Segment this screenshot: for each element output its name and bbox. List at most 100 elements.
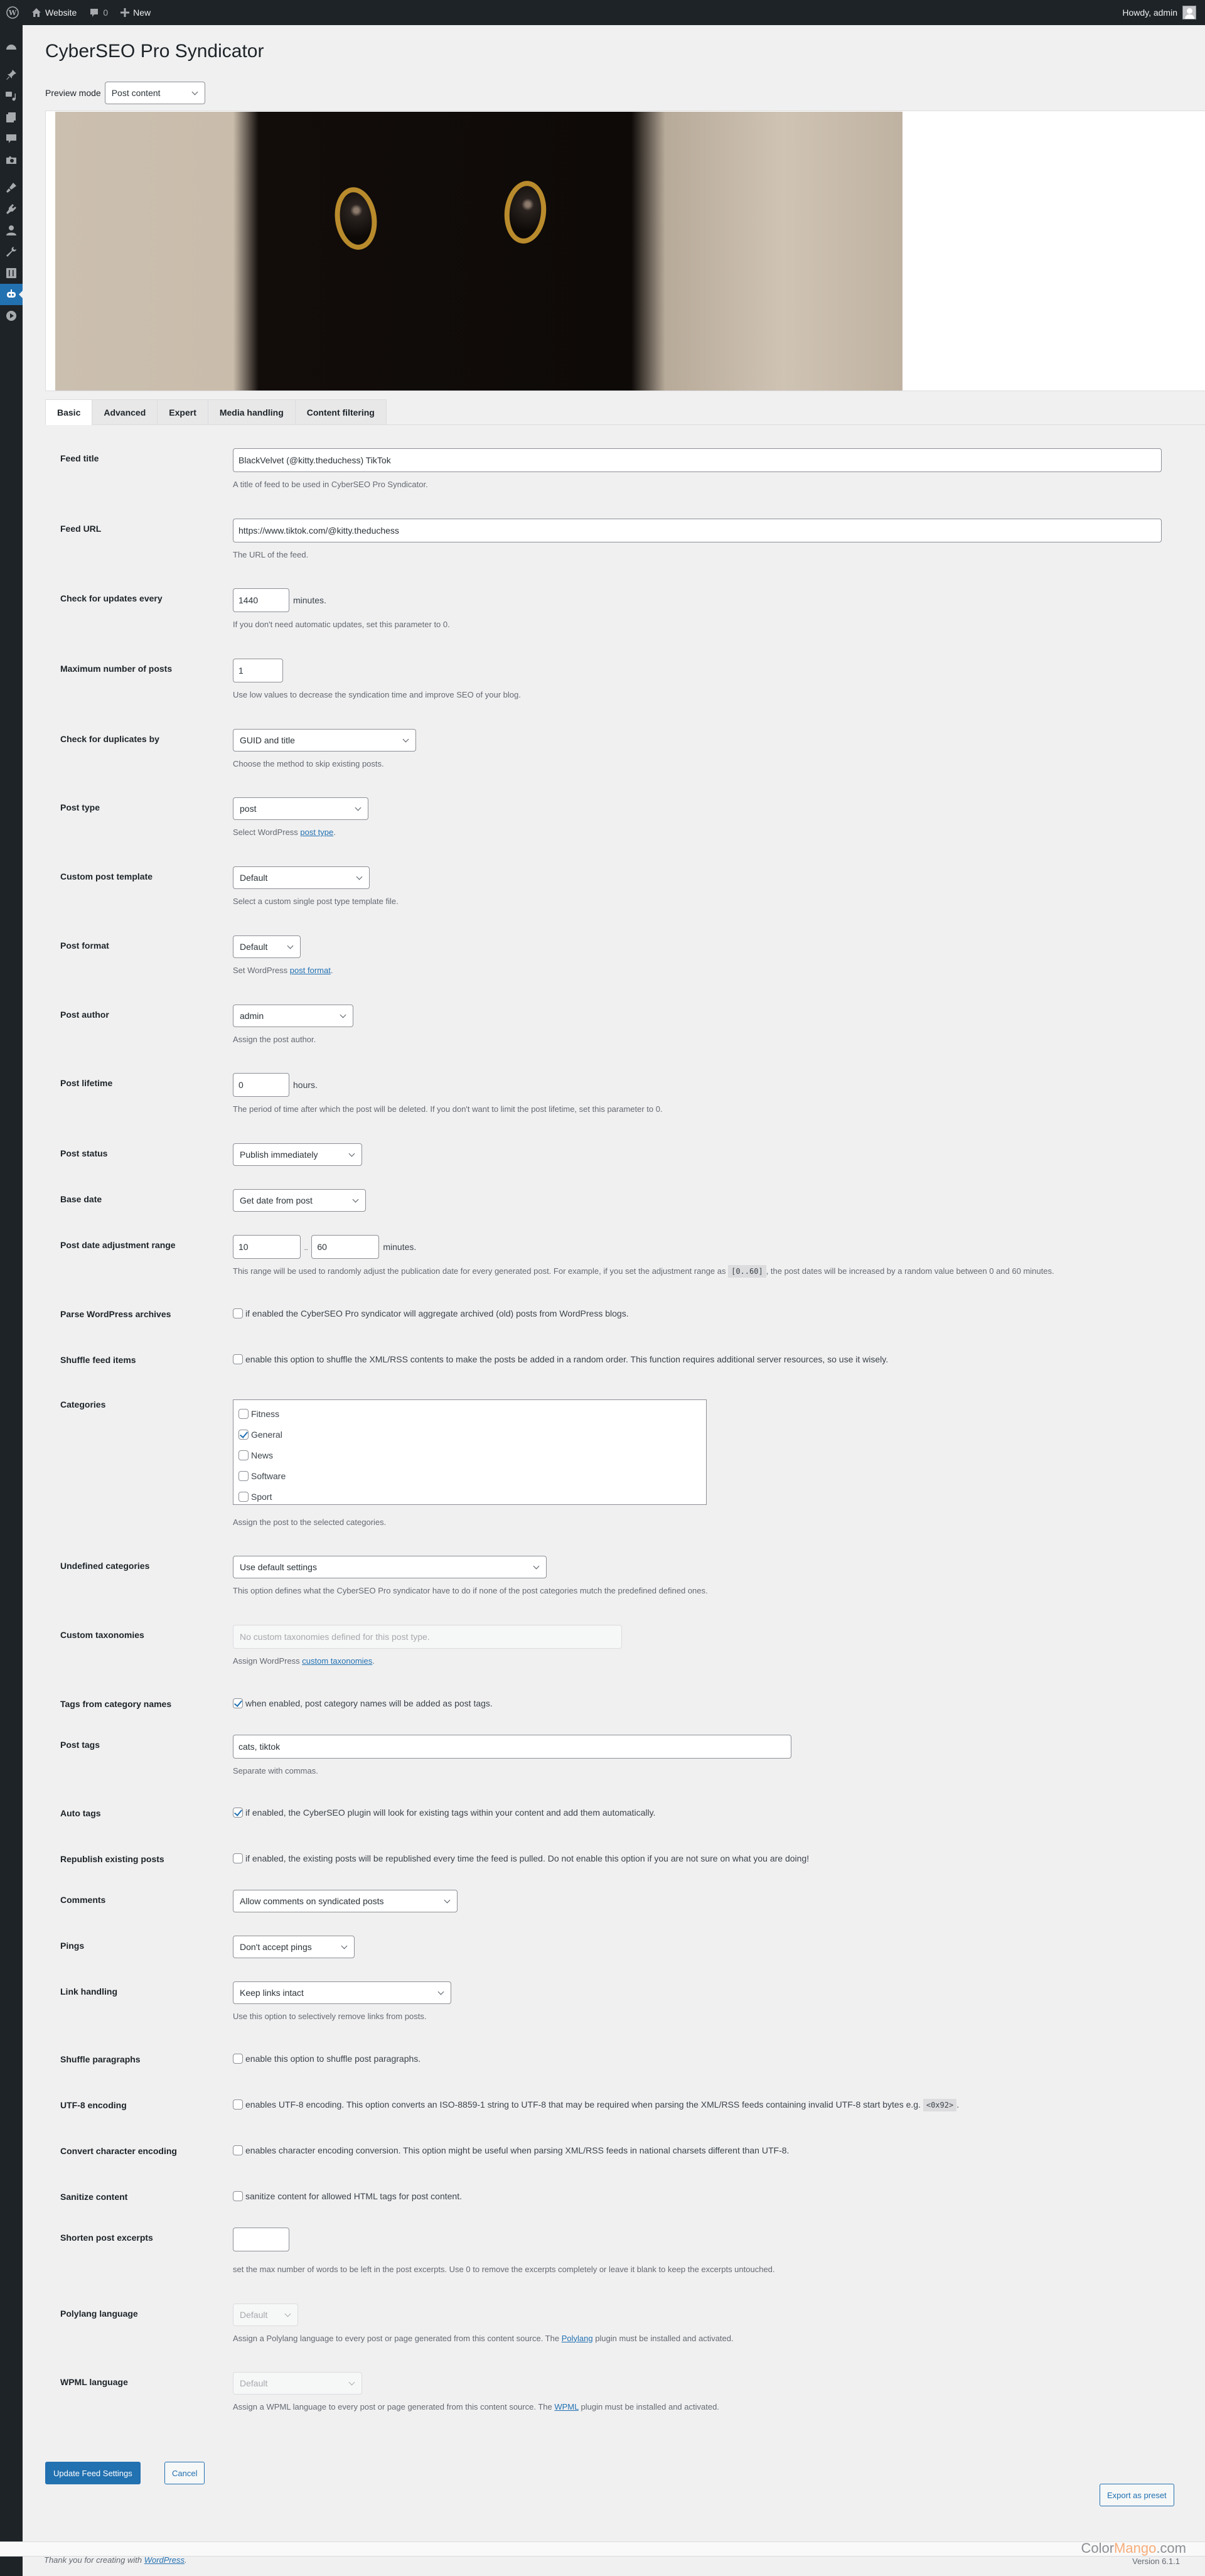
post-lifetime-input[interactable]: 0 — [233, 1073, 289, 1097]
category-item[interactable]: News — [238, 1445, 701, 1466]
preview-image-cat — [55, 112, 902, 391]
categories-checklist[interactable]: Fitness General News Software Sport — [233, 1399, 707, 1505]
post-author-desc: Assign the post author. — [233, 1034, 316, 1044]
cyberseo-robot-icon[interactable] — [0, 284, 23, 305]
category-checkbox[interactable] — [238, 1471, 249, 1482]
comments-select[interactable]: Allow comments on syndicated posts — [233, 1890, 458, 1913]
settings-icon[interactable] — [0, 262, 23, 284]
custom-taxonomies-link[interactable]: custom taxonomies — [302, 1656, 372, 1666]
shuffle-paragraphs-checkbox[interactable] — [233, 2054, 243, 2064]
site-name: Website — [45, 8, 77, 18]
pings-label: Pings — [60, 1941, 85, 1951]
preview-frame[interactable] — [45, 110, 1205, 391]
duplicates-select[interactable]: GUID and title — [233, 728, 416, 752]
row-shuffle-items: Shuffle feed items enable this option to… — [60, 1328, 1202, 1374]
republish-checkbox[interactable] — [233, 1853, 243, 1864]
feed-settings-form: Feed title BlackVelvet (@kitty.theduches… — [60, 424, 1202, 2425]
post-type-select[interactable]: post — [233, 797, 368, 821]
sanitize-checkbox[interactable] — [233, 2191, 243, 2201]
utf8-checkbox[interactable] — [233, 2099, 243, 2110]
watermark-brand: ColorMango.com — [1081, 2540, 1186, 2556]
date-range-max-input[interactable]: 60 — [311, 1234, 380, 1259]
cancel-button[interactable]: Cancel — [164, 2462, 205, 2484]
plugins-icon[interactable] — [0, 198, 23, 220]
preview-mode-select[interactable]: Post content — [104, 82, 205, 104]
wordpress-logo-icon[interactable]: W — [0, 0, 25, 25]
date-range-label: Post date adjustment range — [60, 1239, 176, 1250]
pings-select[interactable]: Don't accept pings — [233, 1936, 355, 1959]
comments-link[interactable]: 0 — [83, 0, 114, 25]
my-account-link[interactable]: Howdy, admin — [1116, 0, 1205, 25]
camera-icon[interactable] — [0, 149, 23, 171]
export-as-preset-button[interactable]: Export as preset — [1100, 2484, 1174, 2506]
sanitize-text: sanitize content for allowed HTML tags f… — [245, 2191, 462, 2201]
post-type-label: Post type — [60, 802, 100, 813]
pages-icon[interactable] — [0, 107, 23, 128]
date-range-min-input[interactable]: 10 — [233, 1234, 301, 1259]
max-posts-input[interactable]: 1 — [233, 659, 283, 683]
wpml-label: WPML language — [60, 2377, 128, 2388]
row-auto-tags: Auto tags if enabled, the CyberSEO plugi… — [60, 1788, 1202, 1828]
shorten-excerpts-input[interactable] — [233, 2228, 289, 2251]
row-wpml: WPML language Default Assign a WPML lang… — [60, 2356, 1202, 2425]
users-icon[interactable] — [0, 220, 23, 241]
post-type-link[interactable]: post type — [300, 827, 333, 837]
tab-media-handling[interactable]: Media handling — [207, 399, 296, 424]
parse-archives-label: Parse WordPress archives — [60, 1308, 171, 1319]
category-checkbox[interactable] — [238, 1492, 249, 1502]
category-item[interactable]: Sport — [238, 1487, 701, 1504]
dashboard-icon[interactable] — [0, 36, 23, 58]
svg-text:W: W — [8, 9, 17, 17]
post-format-select[interactable]: Default — [233, 935, 301, 958]
pin-icon[interactable] — [0, 64, 23, 85]
categories-label: Categories — [60, 1399, 106, 1409]
tab-advanced[interactable]: Advanced — [92, 399, 158, 424]
wordpress-link[interactable]: WordPress — [144, 2555, 185, 2565]
media-icon[interactable] — [0, 85, 23, 107]
comments-icon[interactable] — [0, 128, 23, 149]
site-name-link[interactable]: Website — [25, 0, 83, 25]
post-author-select[interactable]: admin — [233, 1004, 353, 1027]
post-tags-input[interactable]: cats, tiktok — [233, 1734, 791, 1759]
play-icon[interactable] — [0, 305, 23, 326]
row-feed-title: Feed title BlackVelvet (@kitty.theduches… — [60, 424, 1202, 502]
parse-archives-checkbox[interactable] — [233, 1308, 243, 1318]
convert-encoding-checkbox[interactable] — [233, 2145, 243, 2155]
post-status-select[interactable]: Publish immediately — [233, 1143, 362, 1166]
feed-title-input[interactable]: BlackVelvet (@kitty.theduchess) TikTok — [233, 448, 1162, 472]
check-updates-input[interactable]: 1440 — [233, 588, 289, 613]
feed-url-desc: The URL of the feed. — [233, 549, 309, 559]
auto-tags-checkbox[interactable] — [233, 1808, 243, 1818]
post-template-select[interactable]: Default — [233, 866, 370, 890]
post-type-desc: Select WordPress post type. — [233, 827, 336, 838]
row-shorten-excerpts: Shorten post excerpts set the max number… — [60, 2211, 1202, 2287]
category-checkbox[interactable] — [238, 1409, 249, 1420]
base-date-select[interactable]: Get date from post — [233, 1188, 366, 1212]
category-item[interactable]: General — [238, 1425, 701, 1445]
appearance-icon[interactable] — [0, 177, 23, 198]
tab-expert[interactable]: Expert — [157, 399, 208, 424]
feed-url-input[interactable]: https://www.tiktok.com/@kitty.theduchess — [233, 518, 1162, 542]
tags-from-categories-checkbox[interactable] — [233, 1698, 243, 1708]
tab-basic[interactable]: Basic — [45, 399, 93, 425]
wpml-link[interactable]: WPML — [554, 2402, 579, 2412]
polylang-select: Default — [233, 2303, 298, 2326]
tab-content-filtering[interactable]: Content filtering — [294, 399, 387, 424]
post-format-link[interactable]: post format — [290, 966, 331, 975]
category-item[interactable]: Fitness — [238, 1404, 701, 1425]
auto-tags-label: Auto tags — [60, 1808, 101, 1819]
category-checkbox[interactable] — [238, 1450, 249, 1461]
link-handling-select[interactable]: Keep links intact — [233, 1981, 451, 2005]
tools-icon[interactable] — [0, 241, 23, 262]
shuffle-items-checkbox[interactable] — [233, 1354, 243, 1364]
category-item[interactable]: Software — [238, 1466, 701, 1487]
category-checkbox[interactable] — [238, 1430, 249, 1440]
shuffle-items-text: enable this option to shuffle the XML/RS… — [245, 1354, 889, 1364]
update-feed-settings-button[interactable]: Update Feed Settings — [45, 2462, 141, 2484]
polylang-link[interactable]: Polylang — [562, 2334, 593, 2343]
new-content-link[interactable]: New — [114, 0, 157, 25]
greeting: Howdy, admin — [1122, 8, 1177, 18]
row-comments: Comments Allow comments on syndicated po… — [60, 1873, 1202, 1922]
settings-tabs: Basic Advanced Expert Media handling Con… — [45, 399, 1205, 425]
undefined-categories-select[interactable]: Use default settings — [233, 1556, 547, 1579]
